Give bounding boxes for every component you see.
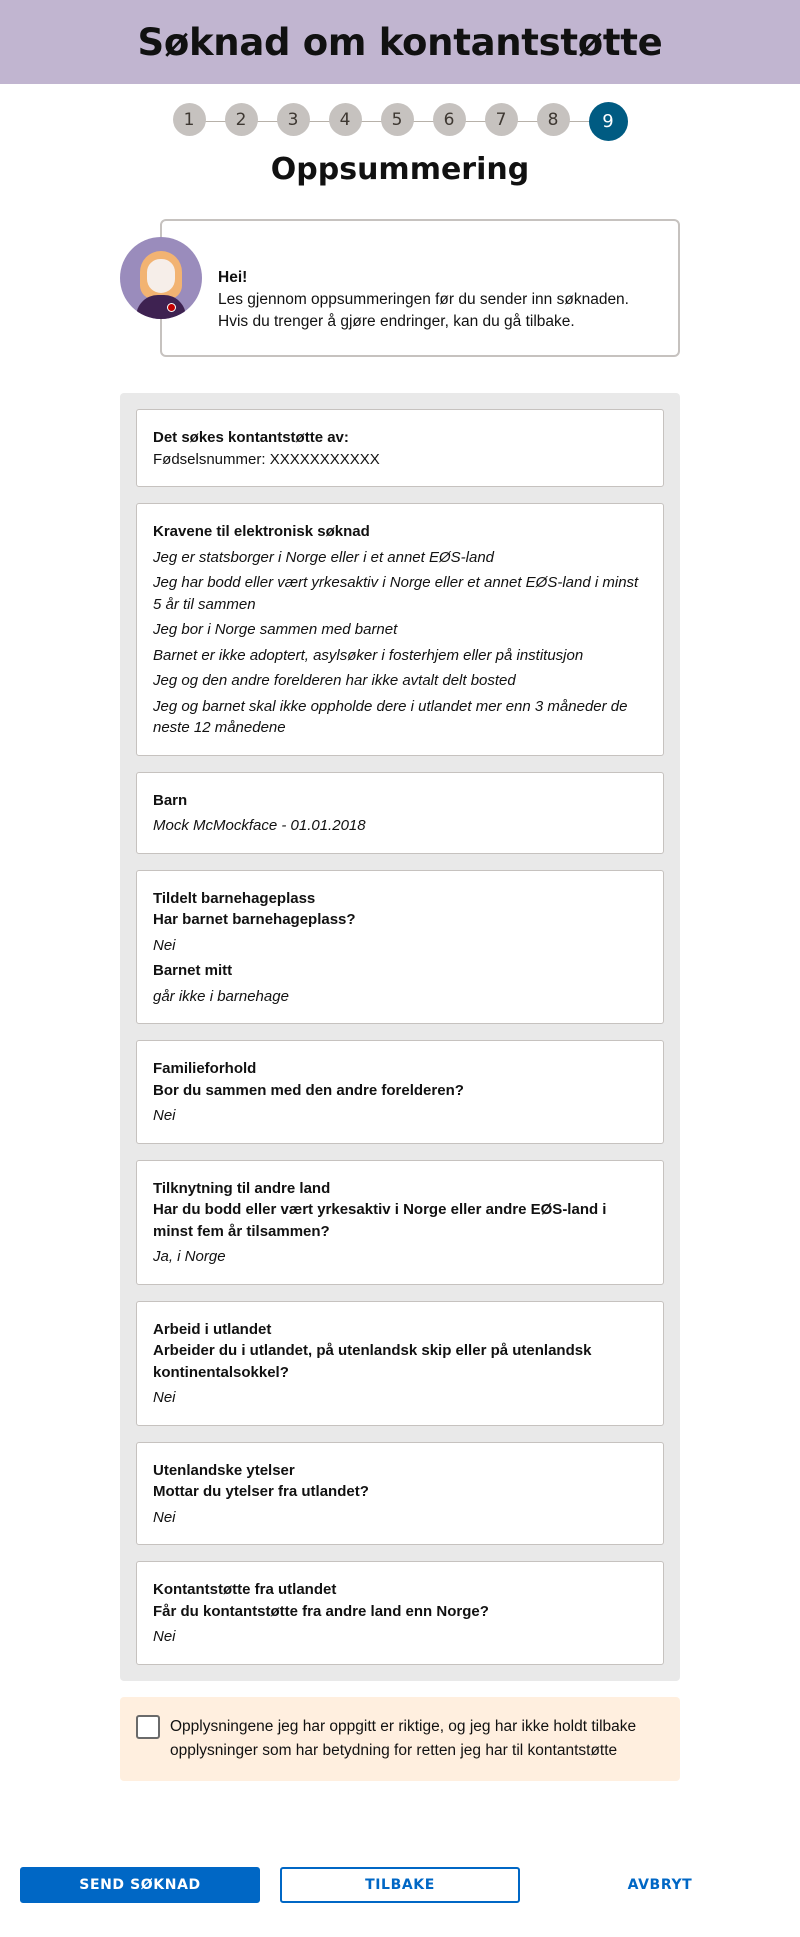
summary-card-foreign-support: Kontantstøtte fra utlandet Får du kontan… — [136, 1561, 664, 1665]
summary-card-kindergarten: Tildelt barnehageplass Har barnet barneh… — [136, 869, 664, 1024]
app-header: Søknad om kontantstøtte — [0, 0, 800, 84]
card-answer: Nei — [153, 1508, 176, 1526]
card-answer: Ja, i Norge — [153, 1248, 226, 1265]
step-6[interactable]: 6 — [432, 103, 466, 136]
back-button[interactable]: TILBAKE — [280, 1867, 520, 1903]
card-value: Fødselsnummer: XXXXXXXXXXX — [153, 450, 380, 468]
card-question: Barnet mitt — [153, 962, 233, 979]
card-question: Har barnet barnehageplass? — [153, 911, 356, 928]
card-title: Familieforhold — [153, 1060, 257, 1077]
step-8[interactable]: 8 — [536, 103, 570, 136]
veileder-text: Les gjennom oppsummeringen før du sender… — [218, 291, 629, 330]
step-2[interactable]: 2 — [224, 103, 258, 136]
summary-card-child: Barn Mock McMockface - 01.01.2018 — [136, 771, 664, 854]
send-application-button[interactable]: SEND SØKNAD — [20, 1867, 260, 1903]
card-question: Har du bodd eller vært yrkesaktiv i Norg… — [153, 1201, 607, 1240]
card-question: Bor du sammen med den andre forelderen? — [153, 1081, 464, 1099]
summary-card-work-abroad: Arbeid i utlandet Arbeider du i utlandet… — [136, 1300, 664, 1426]
action-bar: SEND SØKNAD TILBAKE AVBRYT — [0, 1867, 800, 1903]
card-title: Tilknytning til andre land — [153, 1179, 331, 1197]
step-5[interactable]: 5 — [380, 103, 414, 136]
veileder-avatar-icon — [120, 237, 202, 319]
summary-card-requirements: Kravene til elektronisk søknad Jeg er st… — [136, 503, 664, 756]
step-1[interactable]: 1 — [172, 103, 206, 136]
app-title: Søknad om kontantstøtte — [137, 20, 663, 64]
step-7[interactable]: 7 — [484, 103, 518, 136]
card-title: Kontantstøtte fra utlandet — [153, 1581, 337, 1598]
card-title: Kravene til elektronisk søknad — [153, 523, 370, 540]
veileder-greeting: Hei! — [218, 269, 248, 286]
summary-card-other-countries: Tilknytning til andre land Har du bodd e… — [136, 1159, 664, 1285]
cancel-link[interactable]: AVBRYT — [600, 1867, 720, 1903]
card-title: Utenlandske ytelser — [153, 1461, 295, 1479]
summary-card-foreign-benefits: Utenlandske ytelser Mottar du ytelser fr… — [136, 1441, 664, 1545]
card-answer: Mock McMockface - 01.01.2018 — [153, 817, 366, 834]
card-answer: Nei — [153, 1107, 176, 1124]
card-title: Arbeid i utlandet — [153, 1320, 272, 1338]
requirement-item: Jeg har bodd eller vært yrkesaktiv i Nor… — [153, 574, 639, 613]
summary-card-family: Familieforhold Bor du sammen med den and… — [136, 1040, 664, 1144]
confirmation-panel: Opplysningene jeg har oppgitt er riktige… — [120, 1696, 680, 1781]
confirmation-label[interactable]: Opplysningene jeg har oppgitt er riktige… — [170, 1715, 660, 1763]
requirement-item: Jeg og barnet skal ikke oppholde dere i … — [153, 697, 628, 737]
confirmation-checkbox[interactable] — [136, 1714, 160, 1739]
step-9-active: 9 — [588, 102, 628, 141]
requirement-item: Jeg og den andre forelderen har ikke avt… — [153, 672, 516, 689]
veileder: Hei! Les gjennom oppsummeringen før du s… — [120, 219, 680, 359]
card-title: Tildelt barnehageplass — [153, 889, 316, 907]
requirement-item: Jeg er statsborger i Norge eller i et an… — [153, 548, 495, 566]
card-question: Arbeider du i utlandet, på utenlandsk sk… — [153, 1342, 592, 1381]
step-3[interactable]: 3 — [276, 103, 310, 136]
card-question: Mottar du ytelser fra utlandet? — [153, 1483, 369, 1500]
card-question: Får du kontantstøtte fra andre land enn … — [153, 1602, 489, 1620]
speech-bubble: Hei! Les gjennom oppsummeringen før du s… — [160, 219, 680, 357]
card-answer: går ikke i barnehage — [153, 987, 289, 1005]
requirement-item: Barnet er ikke adoptert, asylsøker i fos… — [153, 646, 584, 664]
step-4[interactable]: 4 — [328, 103, 362, 136]
stepper: 1 2 3 4 5 6 7 8 9 — [0, 102, 800, 142]
requirement-item: Jeg bor i Norge sammen med barnet — [153, 621, 398, 638]
page-title: Oppsummering — [270, 152, 530, 187]
card-title: Barn — [153, 791, 188, 809]
card-answer: Nei — [153, 936, 176, 954]
summary-card-applicant: Det søkes kontantstøtte av: Fødselsnumme… — [136, 409, 664, 487]
card-answer: Nei — [153, 1628, 176, 1645]
card-answer: Nei — [153, 1389, 176, 1406]
card-title: Det søkes kontantstøtte av: — [153, 429, 349, 446]
summary-panel: Det søkes kontantstøtte av: Fødselsnumme… — [120, 393, 680, 1681]
